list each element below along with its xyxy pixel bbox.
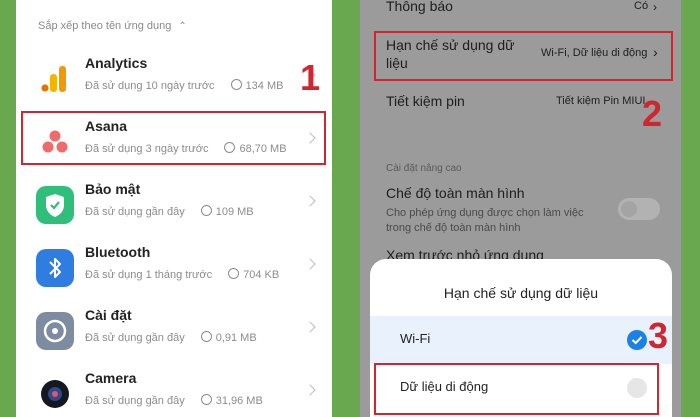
sheet-title: Hạn chế sử dụng dữ liệu	[443, 285, 599, 301]
app-name: Bảo mật	[85, 181, 141, 197]
app-last-used: Đã sử dụng 10 ngày trước	[85, 80, 215, 92]
data-limit-sheet: Hạn chế sử dụng dữ liệu Wi-Fi Dữ liệu di…	[370, 259, 672, 417]
app-list-panel: Sắp xếp theo tên ứng dụng ⌃ Analytics Đã…	[16, 0, 332, 417]
app-item-settings[interactable]: Cài đặt Đã sử dụng gần đây 0,91 MB	[16, 301, 332, 363]
highlight-box-data-limit	[374, 31, 673, 81]
clock-icon	[200, 394, 212, 405]
notifications-value: Có	[634, 0, 649, 12]
app-name: Analytics	[85, 55, 148, 71]
highlight-box-asana	[21, 111, 326, 165]
chevron-right-icon	[304, 195, 316, 207]
settings-icon	[36, 312, 74, 350]
app-item-bluetooth[interactable]: Bluetooth Đã sử dụng 1 tháng trước 704 KB	[16, 238, 332, 300]
shield-icon	[36, 186, 74, 224]
battery-saver-value: Tiết kiệm Pin MIUI	[556, 95, 646, 107]
step-badge-3: 3	[648, 315, 669, 356]
app-name: Cài đặt	[85, 307, 132, 323]
analytics-icon	[36, 60, 74, 98]
app-last-used: Đã sử dụng 1 tháng trước	[85, 269, 213, 281]
camera-icon	[36, 375, 74, 413]
option-wifi-label: Wi-Fi	[400, 331, 431, 346]
app-item-security[interactable]: Bảo mật Đã sử dụng gần đây 109 MB	[16, 175, 332, 237]
app-size: 31,96 MB	[215, 395, 263, 407]
app-size: 0,91 MB	[215, 332, 257, 344]
app-last-used: Đã sử dụng gần đây	[85, 395, 185, 407]
app-name: Bluetooth	[85, 244, 151, 260]
battery-saver-label[interactable]: Tiết kiệm pin	[386, 93, 465, 109]
chevron-right-icon	[304, 321, 316, 333]
chevron-right-icon	[304, 258, 316, 270]
option-wifi[interactable]: Wi-Fi	[370, 316, 672, 364]
fullscreen-mode-label: Chế độ toàn màn hình	[386, 185, 525, 201]
app-last-used: Đã sử dụng gần đây	[85, 206, 185, 218]
app-size: 109 MB	[215, 206, 254, 218]
sort-button[interactable]: Sắp xếp theo tên ứng dụng ⌃	[38, 20, 187, 32]
app-last-used: Đã sử dụng gần đây	[85, 332, 185, 344]
step-badge-1: 1	[300, 57, 321, 98]
notifications-label[interactable]: Thông báo	[386, 0, 453, 14]
checkmark-icon[interactable]	[627, 330, 647, 350]
app-item-analytics[interactable]: Analytics Đã sử dụng 10 ngày trước 134 MB	[16, 49, 332, 111]
clock-icon	[200, 331, 212, 342]
fullscreen-mode-toggle[interactable]	[618, 198, 660, 220]
chevron-right-icon: ›	[653, 0, 657, 14]
highlight-box-mobile-data	[374, 363, 659, 415]
step-badge-2: 2	[642, 93, 663, 134]
clock-icon	[230, 79, 242, 90]
fullscreen-mode-desc: Cho phép ứng dụng được chọn làm việc tro…	[386, 207, 584, 234]
bluetooth-icon	[36, 249, 74, 287]
chevron-right-icon	[304, 384, 316, 396]
app-item-camera[interactable]: Camera Đã sử dụng gần đây 31,96 MB	[16, 364, 332, 417]
advanced-settings-header: Cài đặt nâng cao	[386, 163, 462, 174]
sort-chevron-icon: ⌃	[178, 21, 187, 32]
sort-label: Sắp xếp theo tên ứng dụng	[38, 20, 172, 32]
clock-icon	[228, 268, 240, 279]
app-settings-panel: Thông báo Có › Hạn chế sử dụng dữ liệu W…	[360, 0, 681, 417]
clock-icon	[200, 205, 212, 216]
app-size: 704 KB	[243, 269, 280, 281]
app-size: 134 MB	[245, 80, 284, 92]
app-name: Camera	[85, 370, 137, 386]
